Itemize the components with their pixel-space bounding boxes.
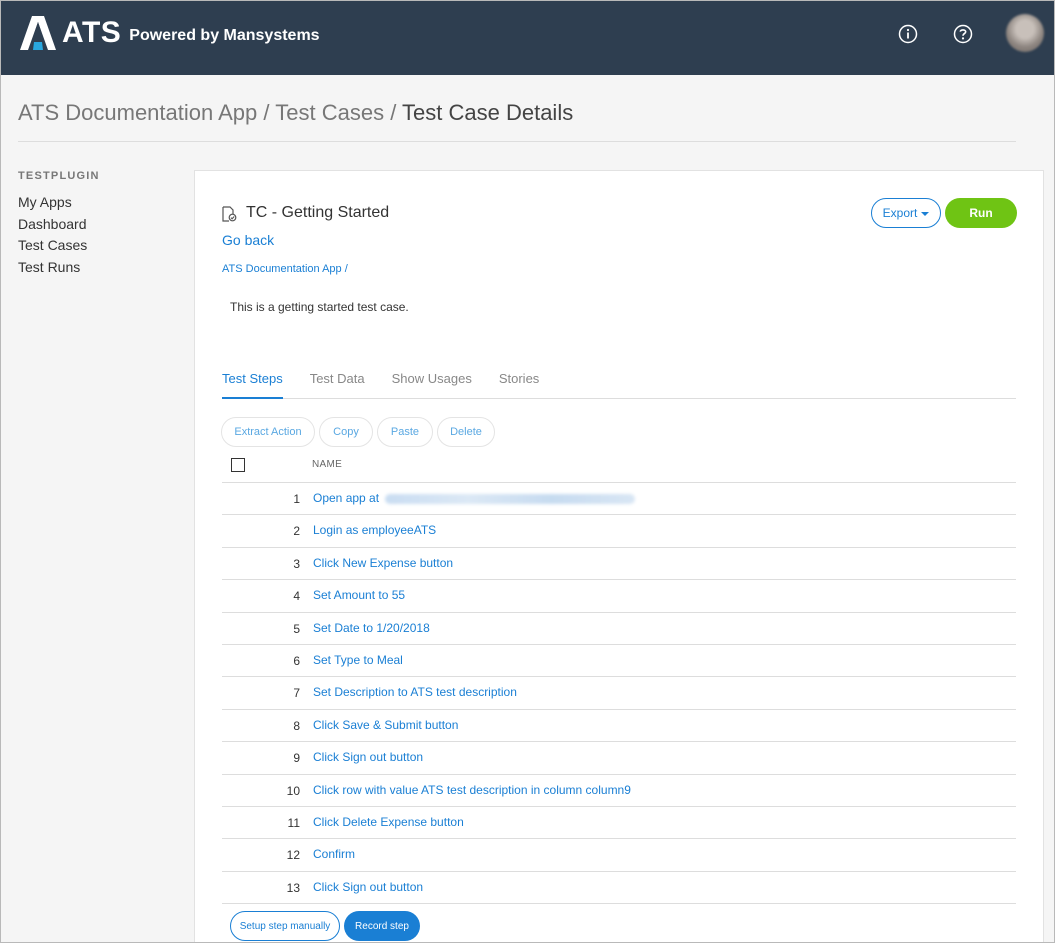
test-case-title: TC - Getting Started: [246, 204, 390, 221]
breadcrumb-test-cases[interactable]: Test Cases: [275, 100, 384, 125]
copy-button[interactable]: Copy: [319, 417, 373, 447]
step-name-link[interactable]: Set Description to ATS test description: [313, 685, 517, 699]
table-row[interactable]: 2 Login as employeeATS: [222, 515, 1016, 548]
breadcrumb-divider: [18, 141, 1016, 142]
go-back-link[interactable]: Go back: [222, 232, 274, 248]
step-number: 10: [286, 783, 300, 798]
sidebar-item-my-apps[interactable]: My Apps: [18, 192, 87, 214]
step-name-link[interactable]: Click New Expense button: [313, 556, 453, 570]
breadcrumb-separator: /: [384, 100, 403, 125]
step-name-link[interactable]: Open app at: [313, 491, 636, 505]
table-row[interactable]: 5 Set Date to 1/20/2018: [222, 613, 1016, 645]
tab-show-usages[interactable]: Show Usages: [392, 371, 472, 399]
record-step-button[interactable]: Record step: [344, 911, 420, 941]
sidebar-nav: My Apps Dashboard Test Cases Test Runs: [18, 192, 87, 278]
table-row[interactable]: 4 Set Amount to 55: [222, 580, 1016, 613]
step-number: 12: [286, 848, 300, 863]
step-number: 4: [293, 589, 300, 604]
step-name-link[interactable]: Set Type to Meal: [313, 653, 403, 667]
steps-table-body: 1 Open app at 2 Login as employeeATS 3 C…: [222, 483, 1016, 905]
step-name-link[interactable]: Login as employeeATS: [313, 523, 436, 537]
step-number: 1: [293, 492, 300, 506]
redacted-url: [385, 493, 636, 504]
step-name-link[interactable]: Click Sign out button: [313, 750, 423, 764]
run-button[interactable]: Run: [945, 198, 1017, 228]
logo-title: ATS: [62, 16, 122, 49]
table-row[interactable]: 11 Click Delete Expense button: [222, 807, 1016, 840]
sidebar-item-test-cases[interactable]: Test Cases: [18, 235, 87, 257]
breadcrumb-app[interactable]: ATS Documentation App: [18, 100, 257, 125]
step-number: 5: [293, 621, 300, 636]
table-row[interactable]: 6 Set Type to Meal: [222, 645, 1016, 678]
step-name-link[interactable]: Click Sign out button: [313, 880, 423, 894]
step-name-text: Open app at: [313, 491, 380, 505]
test-case-app-link[interactable]: ATS Documentation App /: [222, 263, 348, 275]
breadcrumb-separator: /: [257, 100, 276, 125]
steps-table-header: NAME: [222, 455, 1016, 483]
step-number: 8: [293, 718, 300, 733]
user-avatar[interactable]: [1006, 14, 1044, 52]
table-row[interactable]: 9 Click Sign out button: [222, 742, 1016, 775]
paste-button[interactable]: Paste: [377, 417, 433, 447]
export-button-label: Export: [882, 206, 918, 220]
table-row[interactable]: 1 Open app at: [222, 483, 1016, 516]
sidebar-item-dashboard[interactable]: Dashboard: [18, 214, 87, 236]
table-row[interactable]: 7 Set Description to ATS test descriptio…: [222, 677, 1016, 710]
tab-test-steps[interactable]: Test Steps: [222, 371, 283, 399]
name-column-header[interactable]: NAME: [312, 459, 342, 470]
sidebar-item-test-runs[interactable]: Test Runs: [18, 257, 87, 279]
setup-step-manually-button[interactable]: Setup step manually: [230, 911, 340, 941]
help-icon[interactable]: [953, 24, 973, 44]
export-button[interactable]: Export: [871, 198, 941, 228]
select-all-checkbox[interactable]: [231, 458, 245, 472]
table-row[interactable]: 12 Confirm: [222, 839, 1016, 872]
page-breadcrumb: ATS Documentation App / Test Cases / Tes…: [18, 100, 573, 126]
table-row[interactable]: 10 Click row with value ATS test descrip…: [222, 775, 1016, 807]
table-row[interactable]: 13 Click Sign out button: [222, 872, 1016, 905]
step-name-link[interactable]: Click row with value ATS test descriptio…: [313, 783, 631, 797]
step-name-link[interactable]: Set Date to 1/20/2018: [313, 621, 430, 635]
step-name-link[interactable]: Click Save & Submit button: [313, 718, 458, 732]
table-row[interactable]: 3 Click New Expense button: [222, 548, 1016, 581]
test-case-card: TC - Getting Started Go back ATS Documen…: [194, 170, 1044, 943]
step-number: 3: [293, 556, 300, 571]
tab-bar: Test Steps Test Data Show Usages Stories: [222, 371, 1016, 399]
info-icon[interactable]: [898, 24, 918, 44]
step-name-link[interactable]: Confirm: [313, 847, 355, 861]
step-number: 11: [287, 815, 300, 830]
steps-toolbar: Extract Action Copy Paste Delete: [221, 417, 495, 447]
step-number: 2: [293, 524, 300, 539]
ats-logo-icon: [20, 16, 56, 50]
sidebar-heading: TESTPLUGIN: [18, 170, 100, 182]
extract-action-button[interactable]: Extract Action: [221, 417, 315, 447]
chevron-down-icon: [921, 211, 930, 216]
top-bar: ATS Powered by Mansystems: [0, 0, 1055, 75]
test-case-description: This is a getting started test case.: [230, 300, 409, 314]
step-number: 9: [293, 751, 300, 766]
delete-button[interactable]: Delete: [437, 417, 495, 447]
step-number: 13: [286, 880, 300, 895]
tab-test-data[interactable]: Test Data: [310, 371, 365, 399]
ats-logo[interactable]: ATS Powered by Mansystems: [18, 16, 320, 50]
step-name-link[interactable]: Set Amount to 55: [313, 588, 405, 602]
test-case-document-icon: [222, 206, 237, 222]
tab-stories[interactable]: Stories: [499, 371, 539, 399]
table-row[interactable]: 8 Click Save & Submit button: [222, 710, 1016, 743]
step-name-link[interactable]: Click Delete Expense button: [313, 815, 464, 829]
logo-subtitle: Powered by Mansystems: [129, 27, 320, 44]
step-number: 7: [293, 686, 300, 701]
step-number: 6: [293, 653, 300, 668]
breadcrumb-current: Test Case Details: [402, 100, 574, 125]
